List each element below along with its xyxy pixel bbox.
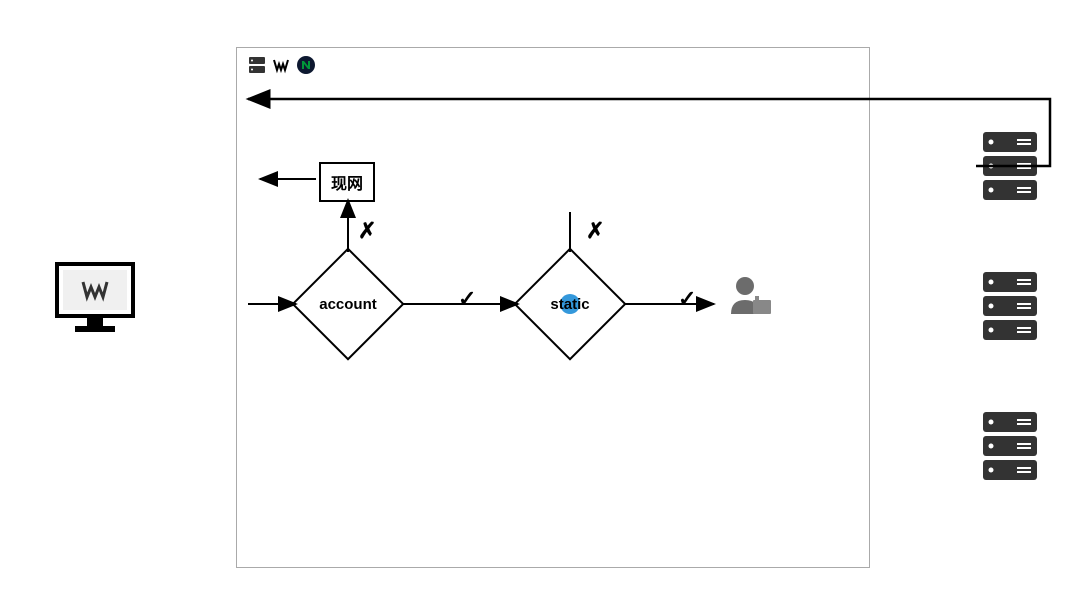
server-2-icon [981,270,1039,342]
server-3-icon [981,410,1039,482]
production-label: 现网 [331,176,363,193]
check-account-yes: ✓ [458,286,476,312]
check-static-yes: ✓ [678,286,696,312]
client-monitor-icon [55,262,135,336]
user-icon [723,272,775,324]
decision-static-label: static [550,296,590,313]
nginx-logo-icon [296,55,316,75]
cross-static-no: ✗ [586,218,604,244]
production-box: 现网 [319,162,375,202]
server-small-icon [248,56,266,74]
decision-account-label: account [318,296,378,313]
server-1-icon [981,130,1039,202]
top-icons-row [248,55,316,75]
w-logo-small-icon [272,56,290,74]
cross-account-no: ✗ [358,218,376,244]
